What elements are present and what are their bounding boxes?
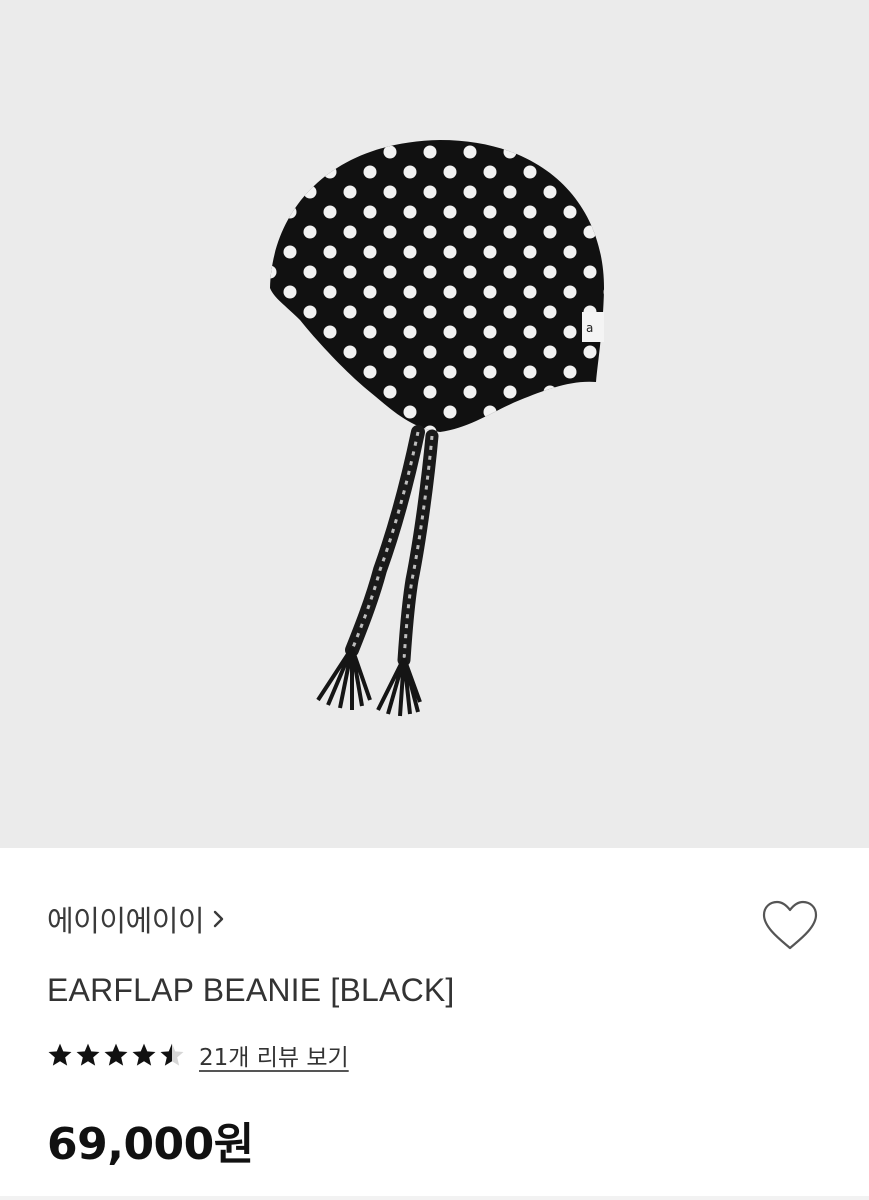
product-title: EARFLAP BEANIE [BLACK]	[47, 972, 455, 1008]
chevron-right-icon	[213, 910, 224, 928]
star-icon	[76, 1043, 100, 1066]
rating-stars	[47, 1042, 187, 1068]
svg-text:a: a	[586, 321, 593, 335]
review-link[interactable]: 21개 리뷰 보기	[199, 1038, 349, 1072]
divider	[0, 1196, 869, 1200]
wishlist-button[interactable]	[760, 898, 820, 954]
beanie-image: a	[270, 140, 605, 717]
heart-outline-icon	[762, 900, 818, 950]
star-icon	[104, 1043, 128, 1066]
product-info: 에이이에이이 EARFLAP BEANIE [BLACK] 21개 리뷰 보기 …	[0, 848, 869, 1200]
product-image[interactable]: a	[0, 0, 869, 848]
brand-name: 에이이에이이	[47, 904, 205, 938]
price: 69,000원	[47, 1119, 254, 1170]
star-half-icon	[160, 1043, 184, 1066]
star-icon	[48, 1043, 72, 1066]
rating-row: 21개 리뷰 보기	[47, 1038, 349, 1072]
brand-link[interactable]: 에이이에이이	[47, 898, 228, 940]
star-icon	[132, 1043, 156, 1066]
